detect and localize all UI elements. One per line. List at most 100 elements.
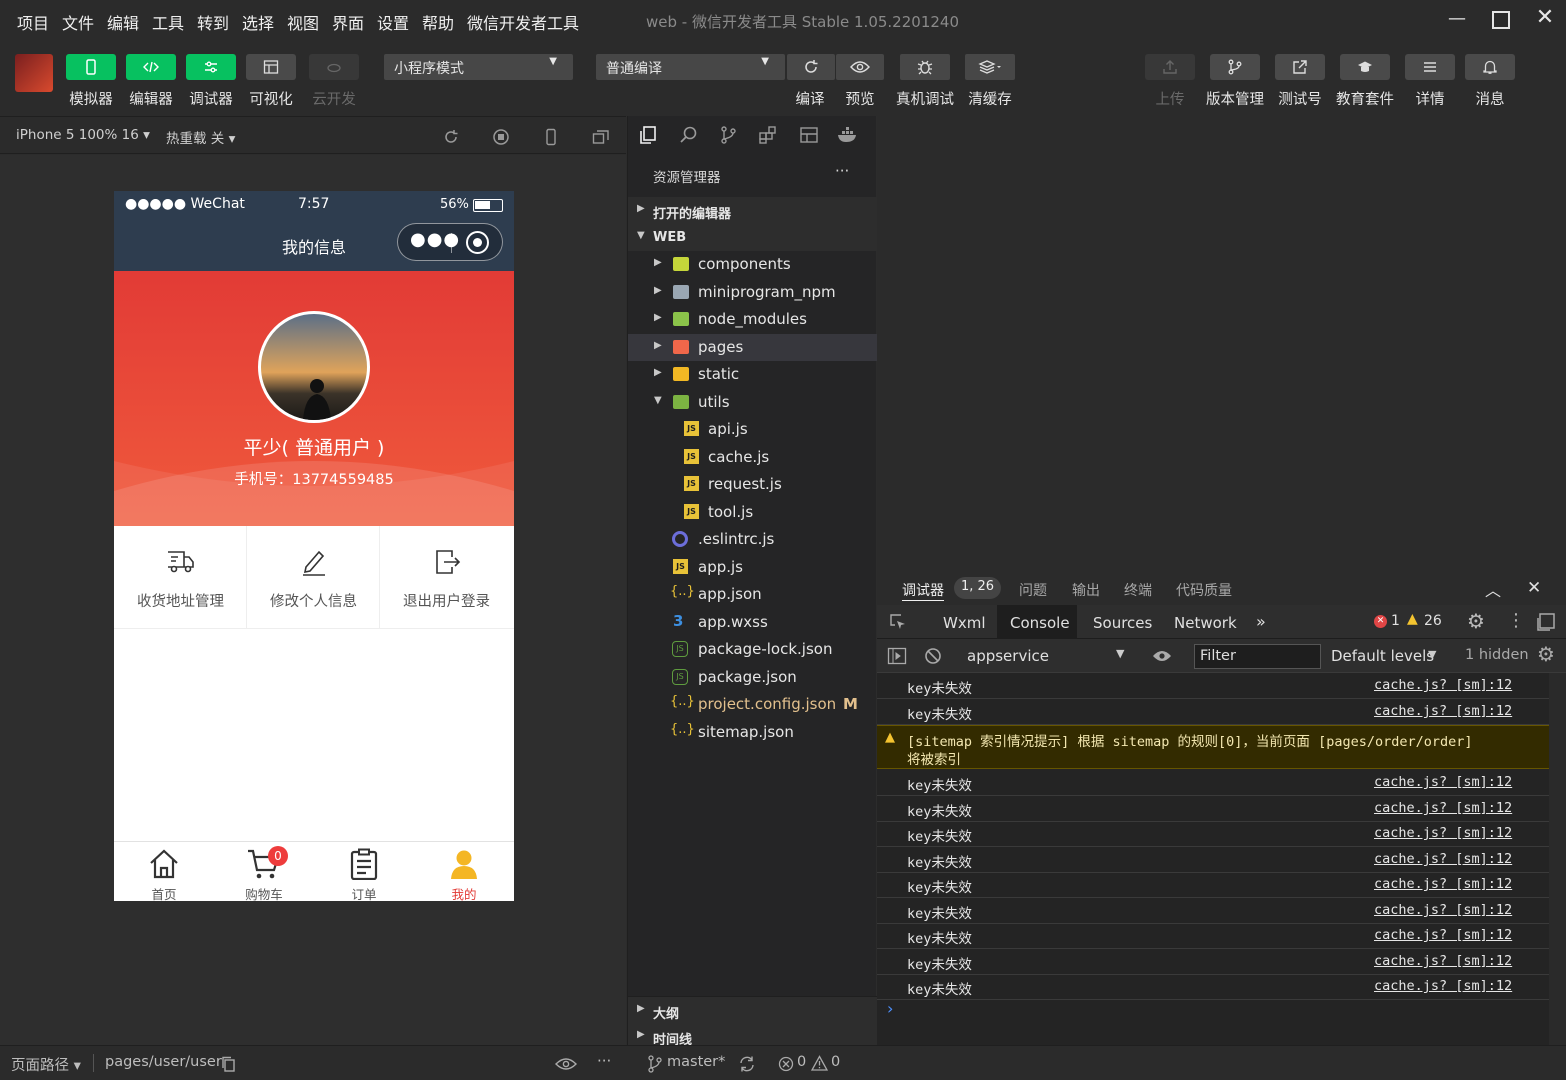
mode-select[interactable]: 小程序模式 ▼ <box>384 54 573 80</box>
log-source-link[interactable]: cache.js? [sm]:12 <box>1374 677 1512 693</box>
tab-wxml[interactable]: Wxml <box>943 614 986 632</box>
rotate-icon[interactable] <box>442 128 460 146</box>
close-panel-icon[interactable]: ✕ <box>1527 578 1541 598</box>
tab-network[interactable]: Network <box>1174 614 1237 632</box>
compile-button[interactable] <box>787 54 835 80</box>
minimize-icon[interactable]: — <box>1444 8 1470 32</box>
folder-components[interactable]: ▶ components <box>628 251 877 278</box>
tab-mine[interactable]: 我的 <box>414 842 514 901</box>
section-timeline[interactable]: ▶ 时间线 <box>628 1023 877 1048</box>
more-tabs-icon[interactable]: » <box>1256 612 1266 631</box>
log-source-link[interactable]: cache.js? [sm]:12 <box>1374 851 1512 867</box>
chevron-up-icon[interactable]: ︿ <box>1485 577 1501 601</box>
log-source-link[interactable]: cache.js? [sm]:12 <box>1374 800 1512 816</box>
section-outline[interactable]: ▶ 大纲 <box>628 996 877 1023</box>
messages-button[interactable] <box>1465 54 1515 80</box>
menu-view[interactable]: 视图 <box>287 10 319 34</box>
details-button[interactable] <box>1405 54 1455 80</box>
visual-button[interactable] <box>246 54 296 80</box>
edit-profile-button[interactable]: 修改个人信息 <box>247 526 380 629</box>
sync-icon[interactable] <box>738 1055 756 1073</box>
version-button[interactable] <box>1210 54 1260 80</box>
stop-icon[interactable] <box>492 128 510 146</box>
menu-devtools[interactable]: 微信开发者工具 <box>467 10 579 34</box>
file-sitemap-json[interactable]: {..} sitemap.json <box>628 719 877 746</box>
files-icon[interactable] <box>638 125 658 145</box>
tab-debugger[interactable]: 调试器 <box>902 580 944 601</box>
debugger-button[interactable] <box>186 54 236 80</box>
inspect-icon[interactable] <box>889 613 907 631</box>
sidebar-toggle-icon[interactable] <box>887 647 907 665</box>
log-source-link[interactable]: cache.js? [sm]:12 <box>1374 953 1512 969</box>
menu-settings[interactable]: 设置 <box>377 10 409 34</box>
menu-select[interactable]: 选择 <box>242 10 274 34</box>
tab-console-active[interactable]: Console <box>997 605 1077 639</box>
file-eslintrc[interactable]: .eslintrc.js <box>628 526 877 553</box>
file-cache-js[interactable]: JS cache.js <box>628 444 877 471</box>
log-source-link[interactable]: cache.js? [sm]:12 <box>1374 703 1512 719</box>
menu-edit[interactable]: 编辑 <box>107 10 139 34</box>
console-scrollbar[interactable] <box>1549 673 1566 1045</box>
tab-orders[interactable]: 订单 <box>314 842 414 901</box>
close-icon[interactable]: ✕ <box>1532 5 1558 30</box>
copy-icon[interactable] <box>220 1056 236 1072</box>
tab-problems[interactable]: 问题 <box>1019 580 1047 600</box>
file-app-json[interactable]: {..} app.json <box>628 581 877 608</box>
menu-tools[interactable]: 工具 <box>152 10 184 34</box>
more-icon[interactable]: ··· <box>597 1052 611 1070</box>
log-source-link[interactable]: cache.js? [sm]:12 <box>1374 825 1512 841</box>
eye-icon[interactable] <box>555 1057 577 1071</box>
context-select[interactable]: appservice <box>967 647 1049 665</box>
file-api-js[interactable]: JS api.js <box>628 416 877 443</box>
docker-icon[interactable] <box>837 125 859 145</box>
file-package-lock-json[interactable]: JS package-lock.json <box>628 636 877 663</box>
folder-miniprogram-npm[interactable]: ▶ miniprogram_npm <box>628 279 877 306</box>
tab-cart[interactable]: 0 购物车 <box>214 842 314 901</box>
maximize-icon[interactable] <box>1488 8 1514 32</box>
editor-button[interactable] <box>126 54 176 80</box>
source-control-icon[interactable] <box>718 125 738 145</box>
folder-utils[interactable]: ▼ utils <box>628 389 877 416</box>
test-id-button[interactable] <box>1275 54 1325 80</box>
explorer-more-icon[interactable]: ··· <box>835 162 849 180</box>
log-levels-select[interactable]: Default levels <box>1331 647 1434 665</box>
logout-button[interactable]: 退出用户登录 <box>380 526 513 629</box>
upload-button[interactable] <box>1145 54 1195 80</box>
warning-count[interactable]: 26 <box>1424 613 1442 629</box>
error-count[interactable]: 1 <box>1391 613 1400 629</box>
file-app-wxss[interactable]: 3 app.wxss <box>628 609 877 636</box>
close-mini-program-icon[interactable] <box>466 231 489 254</box>
branch-name[interactable]: master* <box>667 1054 725 1070</box>
project-avatar[interactable] <box>15 54 53 92</box>
clear-cache-button[interactable] <box>965 54 1015 80</box>
hot-reload-toggle[interactable]: 热重载 关 ▾ <box>166 127 235 147</box>
file-tool-js[interactable]: JS tool.js <box>628 499 877 526</box>
file-app-js[interactable]: JS app.js <box>628 554 877 581</box>
cloud-button[interactable] <box>309 54 359 80</box>
menu-file[interactable]: 文件 <box>62 10 94 34</box>
menu-goto[interactable]: 转到 <box>197 10 229 34</box>
log-source-link[interactable]: cache.js? [sm]:12 <box>1374 978 1512 994</box>
status-error-count[interactable]: 0 <box>797 1054 806 1070</box>
address-manage-button[interactable]: 收货地址管理 <box>114 526 247 629</box>
simulator-button[interactable] <box>66 54 116 80</box>
menu-help[interactable]: 帮助 <box>422 10 454 34</box>
phone-icon[interactable] <box>542 128 560 146</box>
folder-pages[interactable]: ▶ pages <box>628 334 877 361</box>
console-prompt[interactable]: › <box>887 999 893 1018</box>
remote-debug-button[interactable] <box>900 54 950 80</box>
avatar[interactable] <box>258 311 370 423</box>
clear-console-icon[interactable] <box>924 647 942 665</box>
menu-project[interactable]: 项目 <box>17 10 49 34</box>
edu-button[interactable] <box>1340 54 1390 80</box>
folder-static[interactable]: ▶ static <box>628 361 877 388</box>
tab-terminal[interactable]: 终端 <box>1124 580 1152 600</box>
tab-output[interactable]: 输出 <box>1072 580 1100 600</box>
folder-node-modules[interactable]: ▶ node_modules <box>628 306 877 333</box>
file-request-js[interactable]: JS request.js <box>628 471 877 498</box>
tab-sources[interactable]: Sources <box>1093 614 1152 632</box>
status-warning-count[interactable]: 0 <box>831 1054 840 1070</box>
settings-gear-icon[interactable]: ⚙ <box>1467 609 1485 633</box>
kebab-menu-icon[interactable]: ⋮ <box>1507 610 1525 631</box>
console-settings-icon[interactable]: ⚙ <box>1537 642 1555 666</box>
